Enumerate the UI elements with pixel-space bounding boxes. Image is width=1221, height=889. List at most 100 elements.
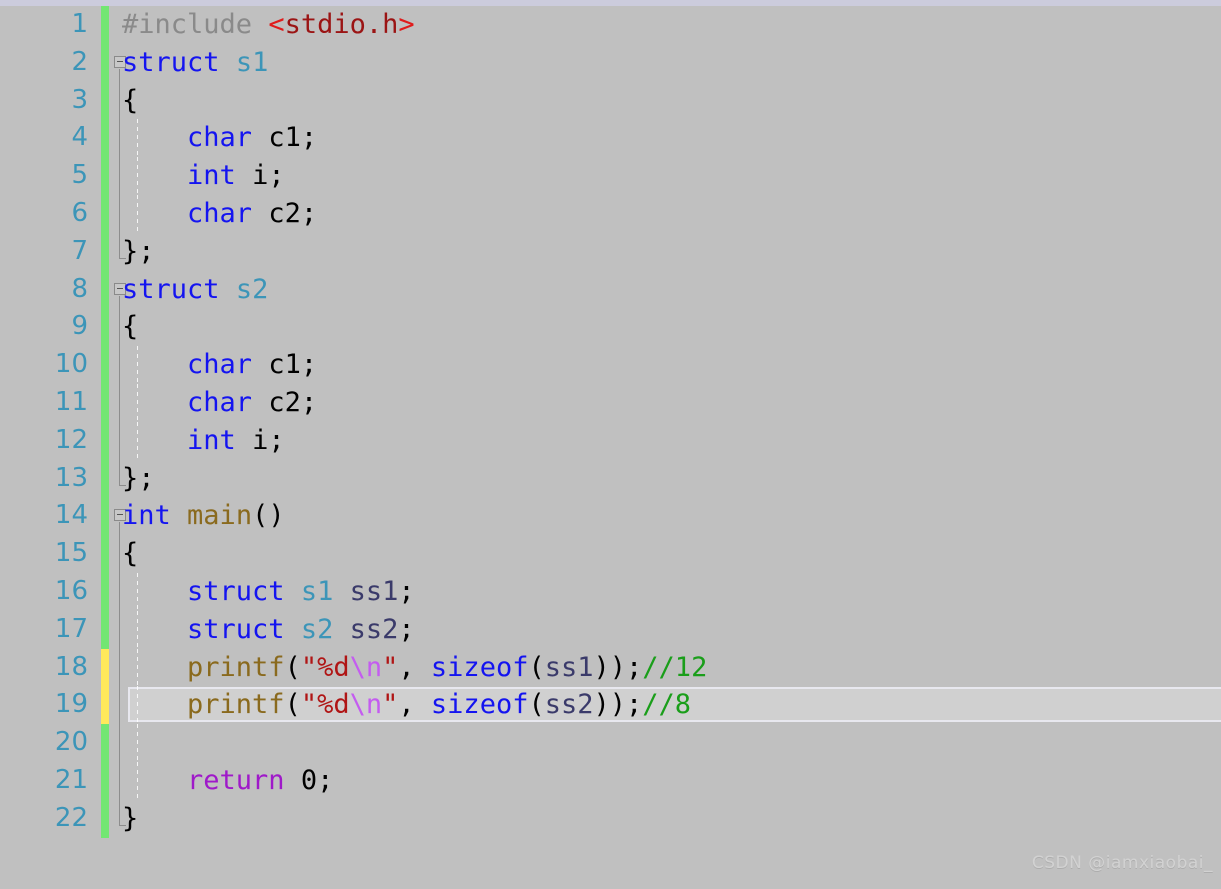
code-line[interactable]: 5 int i;	[0, 157, 1221, 195]
line-number[interactable]: 10	[0, 346, 88, 384]
code-text[interactable]: #include <stdio.h>	[122, 6, 415, 44]
line-number[interactable]: 13	[0, 460, 88, 498]
line-number[interactable]: 15	[0, 535, 88, 573]
code-token: <	[268, 9, 285, 40]
line-number[interactable]: 20	[0, 724, 88, 762]
code-line[interactable]: 1 #include <stdio.h>	[0, 6, 1221, 44]
code-text[interactable]: int main()	[122, 497, 285, 535]
code-line[interactable]: 15 {	[0, 535, 1221, 573]
line-number[interactable]: 7	[0, 233, 88, 271]
vcs-change-marker[interactable]	[101, 194, 109, 233]
line-number[interactable]: 2	[0, 44, 88, 82]
vcs-change-marker[interactable]	[101, 421, 109, 460]
code-line[interactable]: 9{	[0, 308, 1221, 347]
line-number[interactable]: 11	[0, 384, 88, 422]
code-text[interactable]: struct s2	[122, 271, 268, 309]
code-token: "	[382, 651, 399, 683]
code-text[interactable]: struct s1 ss1;	[122, 573, 415, 611]
code-token: char	[187, 349, 253, 381]
line-number[interactable]: 5	[0, 157, 88, 195]
code-line[interactable]: 8 struct s2	[0, 270, 1221, 309]
line-number[interactable]: 21	[0, 762, 88, 800]
line-number[interactable]: 8	[0, 271, 88, 309]
line-number[interactable]: 6	[0, 195, 88, 233]
vcs-change-marker[interactable]	[101, 497, 109, 536]
vcs-change-marker[interactable]	[101, 270, 109, 309]
line-number[interactable]: 17	[0, 611, 88, 649]
vcs-change-marker[interactable]	[101, 81, 109, 120]
fold-region-line	[119, 308, 120, 347]
code-line[interactable]: 13};	[0, 459, 1221, 498]
code-text[interactable]: }	[122, 800, 138, 838]
code-text[interactable]: printf("%d\n", sizeof(ss1));//12	[122, 649, 707, 687]
line-number[interactable]: 19	[0, 686, 88, 724]
vcs-change-marker[interactable]	[101, 799, 109, 838]
vcs-change-marker[interactable]	[101, 43, 109, 82]
code-text[interactable]: struct s2 ss2;	[122, 611, 415, 649]
vcs-change-marker[interactable]	[101, 6, 109, 44]
line-number[interactable]: 4	[0, 119, 88, 157]
vcs-change-marker[interactable]	[101, 232, 109, 271]
code-line[interactable]: 22}	[0, 799, 1221, 838]
line-number[interactable]: 18	[0, 649, 88, 687]
code-line[interactable]: 10 char c1;	[0, 346, 1221, 384]
code-line[interactable]: 18 printf("%d\n", sizeof(ss1));//12	[0, 648, 1221, 687]
vcs-change-marker[interactable]	[101, 119, 109, 158]
vcs-change-marker[interactable]	[101, 724, 109, 762]
code-text[interactable]: {	[122, 308, 138, 346]
code-editor[interactable]: 1 #include <stdio.h> 2 struct s1 3{4 char c1…	[0, 0, 1221, 889]
code-text[interactable]: char c1;	[122, 119, 317, 157]
vcs-change-marker[interactable]	[101, 572, 109, 611]
vcs-change-marker[interactable]	[101, 686, 109, 725]
code-text[interactable]: return 0;	[122, 762, 333, 800]
line-number[interactable]: 1	[0, 6, 88, 44]
code-line[interactable]: 2 struct s1	[0, 43, 1221, 82]
code-text[interactable]: printf("%d\n", sizeof(ss2));//8	[122, 686, 691, 724]
vcs-change-marker[interactable]	[101, 535, 109, 573]
code-token: "	[382, 689, 399, 721]
line-number[interactable]: 9	[0, 308, 88, 346]
code-text[interactable]: };	[122, 460, 155, 498]
code-line[interactable]: 7};	[0, 232, 1221, 271]
vcs-change-marker[interactable]	[101, 346, 109, 384]
code-text[interactable]: int i;	[122, 157, 285, 195]
vcs-change-marker[interactable]	[101, 383, 109, 422]
code-line[interactable]: 16 struct s1 ss1;	[0, 572, 1221, 611]
code-text[interactable]: struct s1	[122, 44, 268, 82]
code-line[interactable]: 4 char c1;	[0, 119, 1221, 158]
code-line[interactable]: 6 char c2;	[0, 194, 1221, 233]
code-text[interactable]: char c2;	[122, 384, 317, 422]
code-text[interactable]: };	[122, 233, 155, 271]
code-line[interactable]: 11 char c2;	[0, 383, 1221, 422]
code-line[interactable]: 12 int i;	[0, 421, 1221, 460]
code-text[interactable]: char c2;	[122, 195, 317, 233]
code-text[interactable]: char c1;	[122, 346, 317, 384]
code-lines-container[interactable]: 1 #include <stdio.h> 2 struct s1 3{4 char c1…	[0, 6, 1221, 889]
line-number[interactable]: 12	[0, 422, 88, 460]
line-number[interactable]: 3	[0, 82, 88, 120]
vcs-change-marker[interactable]	[101, 308, 109, 347]
code-line[interactable]: 20	[0, 724, 1221, 762]
fold-column[interactable]	[112, 724, 132, 762]
code-line[interactable]: 14 int main()	[0, 497, 1221, 536]
vcs-change-marker[interactable]	[101, 761, 109, 800]
line-number[interactable]: 22	[0, 800, 88, 838]
code-text[interactable]: {	[122, 82, 138, 120]
vcs-change-marker[interactable]	[101, 157, 109, 195]
line-number[interactable]: 16	[0, 573, 88, 611]
code-line[interactable]: 3{	[0, 81, 1221, 120]
code-line[interactable]: 19 printf("%d\n", sizeof(ss2));//8	[0, 686, 1221, 725]
line-number[interactable]: 14	[0, 497, 88, 535]
code-text[interactable]: {	[122, 535, 138, 573]
vcs-change-marker[interactable]	[101, 459, 109, 498]
code-line[interactable]: 17 struct s2 ss2;	[0, 610, 1221, 649]
vcs-change-marker[interactable]	[101, 648, 109, 687]
code-text[interactable]: int i;	[122, 422, 285, 460]
code-line[interactable]: 21 return 0;	[0, 761, 1221, 800]
vcs-change-marker[interactable]	[101, 610, 109, 649]
fold-region-line	[119, 522, 120, 536]
